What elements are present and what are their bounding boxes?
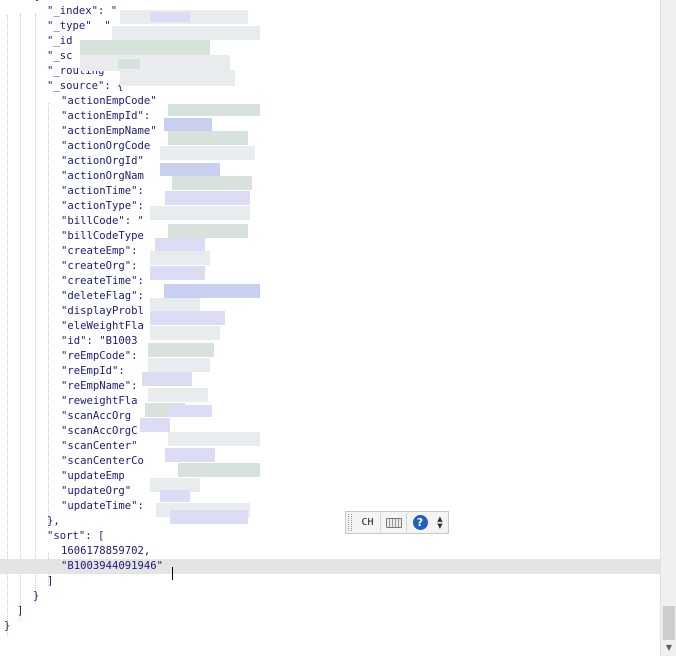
code-line: "actionEmpId":	[61, 110, 151, 122]
redacted-value	[160, 146, 255, 160]
code-line: ]	[17, 605, 24, 617]
code-line: "_index": "	[47, 5, 118, 17]
code-line: "actionEmpCode"	[61, 95, 157, 107]
redacted-value	[148, 343, 214, 357]
redacted-value	[160, 163, 220, 176]
code-line: }	[33, 590, 40, 602]
code-line: },	[47, 515, 60, 527]
options-down-icon: ▼	[437, 521, 443, 530]
code-line: "deleteFlag":	[61, 290, 144, 302]
code-line: "createEmp":	[61, 245, 138, 257]
redacted-value	[150, 298, 200, 312]
code-line: "updateTime":	[61, 500, 144, 512]
code-line: "displayProbl	[61, 305, 144, 317]
redacted-value	[80, 40, 210, 56]
redacted-value	[150, 326, 220, 340]
text-caret	[172, 567, 173, 580]
redacted-value	[148, 388, 208, 402]
code-line: "actionOrgId"	[61, 155, 144, 167]
code-line: "_source": {	[47, 80, 124, 92]
redacted-value	[150, 12, 190, 22]
code-line: "actionTime":	[61, 185, 144, 197]
redacted-value	[178, 463, 260, 477]
code-line: ]	[47, 575, 54, 587]
code-line: "billCodeType	[61, 230, 144, 242]
ime-toolbar[interactable]: CH ? ▲ ▼	[345, 511, 449, 534]
scrollbar-thumb[interactable]	[663, 606, 675, 640]
redacted-value	[148, 358, 210, 372]
code-line: "_sc	[47, 50, 73, 62]
redacted-value	[150, 266, 205, 280]
ime-language-button[interactable]: CH	[355, 513, 381, 532]
redacted-value	[170, 510, 248, 524]
redacted-value	[160, 490, 190, 502]
code-line: "scanCenter"	[61, 440, 138, 452]
ime-help-button[interactable]: ?	[407, 513, 433, 532]
code-line: "scanAccOrg	[61, 410, 132, 422]
redacted-value	[150, 251, 210, 265]
redacted-value	[150, 311, 225, 325]
code-line: "updateEmp	[61, 470, 125, 482]
code-line: "sort": [	[47, 530, 105, 542]
redacted-value	[140, 418, 170, 432]
code-line: "createTime":	[61, 275, 144, 287]
redacted-value	[112, 26, 260, 40]
code-line: "reEmpId":	[61, 365, 125, 377]
redacted-value	[142, 372, 192, 386]
redacted-value	[120, 70, 235, 86]
code-line: "scanCenterCo	[61, 455, 144, 467]
redacted-value	[165, 191, 250, 205]
code-line: "eleWeightFla	[61, 320, 144, 332]
redacted-value	[165, 448, 215, 462]
redacted-value	[150, 206, 250, 220]
redacted-value	[164, 284, 260, 298]
code-line: 1606178859702,	[61, 545, 151, 557]
code-line: "actionOrgNam	[61, 170, 144, 182]
code-line-current: "B1003944091946"	[0, 559, 660, 574]
redacted-value	[164, 118, 212, 131]
redacted-value	[168, 224, 248, 238]
code-line: "reweightFla	[61, 395, 138, 407]
keyboard-icon	[385, 517, 402, 528]
code-line: "reEmpCode":	[61, 350, 138, 362]
redacted-value	[170, 405, 212, 417]
redacted-value	[172, 176, 252, 190]
scroll-down-arrow-icon[interactable]: ▼	[661, 640, 676, 656]
redacted-value	[168, 432, 260, 446]
code-line: "actionOrgCode	[61, 140, 151, 152]
ime-options-button[interactable]: ▲ ▼	[433, 513, 447, 532]
code-line: "_id	[47, 35, 73, 47]
ime-keyboard-button[interactable]	[381, 513, 407, 532]
json-editor[interactable]: {"_index": ""_type" ""_id"_sc"_routing"_…	[0, 0, 660, 656]
code-line: "reEmpName":	[61, 380, 138, 392]
redacted-value	[118, 59, 140, 69]
ime-drag-handle[interactable]	[348, 514, 352, 531]
redacted-value	[80, 55, 230, 71]
redacted-value	[155, 238, 205, 252]
code-line: "id": "B1003	[61, 335, 138, 347]
vertical-scrollbar[interactable]: ▼	[660, 0, 676, 656]
redacted-value	[168, 104, 260, 116]
redacted-value	[168, 131, 248, 145]
help-icon: ?	[412, 515, 428, 530]
code-line: }	[4, 620, 11, 632]
code-line: "_type" "	[47, 20, 111, 32]
code-line: "actionEmpName"	[61, 125, 157, 137]
code-line: "createOrg":	[61, 260, 138, 272]
code-line: "scanAccOrgC	[61, 425, 138, 437]
code-line: "actionType":	[61, 200, 144, 212]
code-line: "updateOrg"	[61, 485, 132, 497]
code-line: "billCode": "	[61, 215, 144, 227]
